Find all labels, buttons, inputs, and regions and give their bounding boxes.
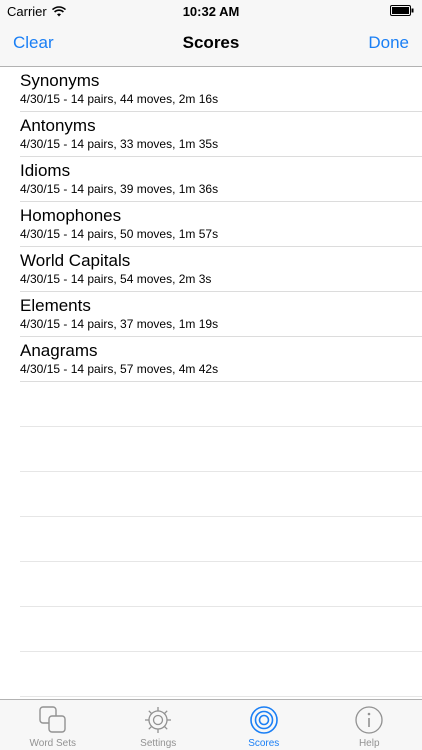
empty-row	[20, 652, 422, 697]
score-detail: 4/30/15 - 14 pairs, 39 moves, 1m 36s	[20, 182, 219, 196]
scores-list: Synonyms 4/30/15 - 14 pairs, 44 moves, 2…	[0, 67, 422, 697]
score-title: Elements	[20, 296, 91, 315]
score-detail: 4/30/15 - 14 pairs, 33 moves, 1m 35s	[20, 137, 219, 151]
score-row-idioms[interactable]: Idioms 4/30/15 - 14 pairs, 39 moves, 1m …	[20, 157, 422, 202]
score-row-elements[interactable]: Elements 4/30/15 - 14 pairs, 37 moves, 1…	[20, 292, 422, 337]
gear-icon	[145, 707, 172, 733]
score-title: Synonyms	[20, 71, 100, 90]
done-button[interactable]: Done	[368, 33, 409, 53]
tab-scores[interactable]: Scores	[211, 700, 317, 750]
status-time: 10:32 AM	[182, 4, 240, 19]
score-detail: 4/30/15 - 14 pairs, 57 moves, 4m 42s	[20, 362, 219, 376]
empty-row	[20, 427, 422, 472]
score-row-antonyms[interactable]: Antonyms 4/30/15 - 14 pairs, 33 moves, 1…	[20, 112, 422, 157]
empty-row	[20, 382, 422, 427]
tab-word-sets[interactable]: Word Sets	[0, 700, 106, 750]
score-row-world-capitals[interactable]: World Capitals 4/30/15 - 14 pairs, 54 mo…	[20, 247, 422, 292]
status-bar: Carrier 10:32 AM	[0, 0, 422, 22]
empty-row	[20, 562, 422, 607]
score-title: World Capitals	[20, 251, 131, 270]
score-detail: 4/30/15 - 14 pairs, 50 moves, 1m 57s	[20, 227, 219, 241]
screen: Carrier 10:32 AM Clear Scores Done Synon…	[0, 0, 422, 750]
tab-help[interactable]: Help	[317, 700, 422, 750]
score-detail: 4/30/15 - 14 pairs, 37 moves, 1m 19s	[20, 317, 219, 331]
tab-label: Word Sets	[29, 738, 77, 749]
score-row-anagrams[interactable]: Anagrams 4/30/15 - 14 pairs, 57 moves, 4…	[20, 337, 422, 382]
score-row-synonyms[interactable]: Synonyms 4/30/15 - 14 pairs, 44 moves, 2…	[20, 67, 422, 112]
tab-settings[interactable]: Settings	[106, 700, 212, 750]
score-title: Antonyms	[20, 116, 96, 135]
tab-label: Help	[358, 738, 380, 749]
page-title: Scores	[182, 33, 240, 52]
score-title: Idioms	[20, 161, 71, 180]
info-icon	[355, 706, 383, 734]
score-title: Anagrams	[20, 341, 98, 360]
tab-label: Scores	[248, 738, 280, 749]
battery-icon	[390, 5, 414, 16]
score-detail: 4/30/15 - 14 pairs, 54 moves, 2m 3s	[20, 272, 212, 286]
empty-row	[20, 472, 422, 517]
word-sets-icon	[39, 706, 66, 733]
score-row-homophones[interactable]: Homophones 4/30/15 - 14 pairs, 50 moves,…	[20, 202, 422, 247]
tab-bar: Word Sets Settings Scores Help	[0, 699, 422, 750]
score-detail: 4/30/15 - 14 pairs, 44 moves, 2m 16s	[20, 92, 219, 106]
empty-row	[20, 517, 422, 562]
empty-row	[20, 607, 422, 652]
score-title: Homophones	[20, 206, 122, 225]
target-icon	[249, 706, 278, 734]
tab-label: Settings	[140, 738, 177, 749]
navigation-bar: Clear Scores Done	[0, 22, 422, 67]
